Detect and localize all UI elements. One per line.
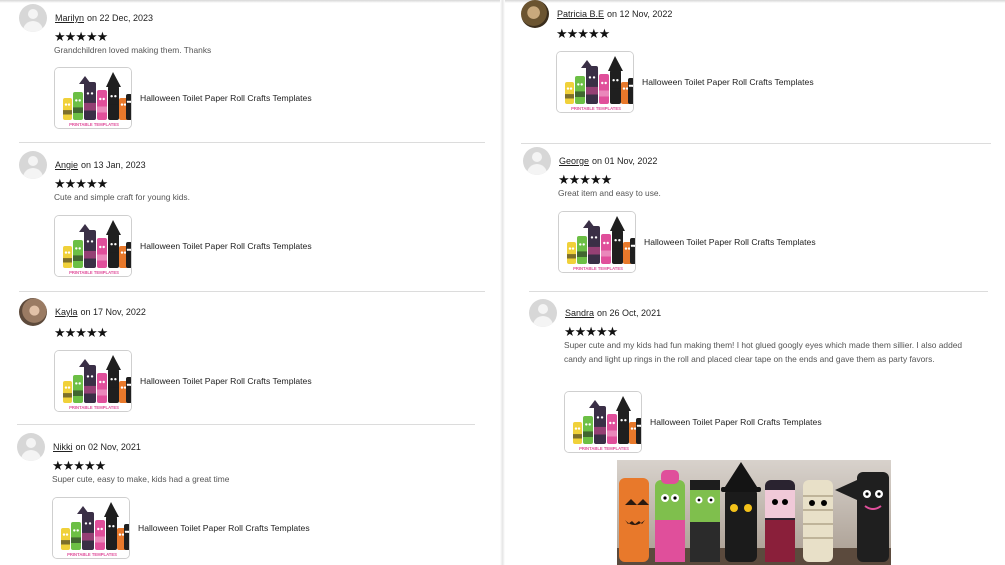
thumbnail-caption: PRINTABLE TEMPLATES xyxy=(69,405,119,410)
star-rating: ★★★★★ xyxy=(52,458,106,473)
review-text: Super cute and my kids had fun making th… xyxy=(564,340,963,364)
review-angie: Angie on 13 Jan, 2023 ★★★★★ Cute and sim… xyxy=(19,151,489,281)
purchased-item[interactable]: PRINTABLE TEMPLATES Halloween Toilet Pap… xyxy=(52,497,310,559)
review-text: Cute and simple craft for young kids. xyxy=(54,192,190,202)
review-divider xyxy=(19,291,485,292)
item-title[interactable]: Halloween Toilet Paper Roll Crafts Templ… xyxy=(650,417,822,427)
purchased-item[interactable]: PRINTABLE TEMPLATES Halloween Toilet Pap… xyxy=(556,51,814,113)
purchased-item[interactable]: PRINTABLE TEMPLATES Halloween Toilet Pap… xyxy=(54,67,312,129)
thumbnail-caption: PRINTABLE TEMPLATES xyxy=(579,446,629,451)
reviewer-name[interactable]: Patricia B.E xyxy=(557,9,604,19)
reviewer-name[interactable]: Nikki xyxy=(53,442,73,452)
review-patricia: Patricia B.E on 12 Nov, 2022 ★★★★★ PRINT… xyxy=(521,0,991,120)
star-rating: ★★★★★ xyxy=(54,29,108,44)
review-divider xyxy=(521,143,991,144)
item-title[interactable]: Halloween Toilet Paper Roll Crafts Templ… xyxy=(140,241,312,251)
purchased-item[interactable]: PRINTABLE TEMPLATES Halloween Toilet Pap… xyxy=(558,211,816,273)
review-marilyn: Marilyn on 22 Dec, 2023 ★★★★★ Grandchild… xyxy=(19,4,489,134)
reviewer-name[interactable]: Angie xyxy=(55,160,78,170)
column-divider xyxy=(500,0,505,565)
review-george: George on 01 Nov, 2022 ★★★★★ Great item … xyxy=(523,147,993,277)
default-avatar-icon[interactable] xyxy=(17,433,45,461)
item-title[interactable]: Halloween Toilet Paper Roll Crafts Templ… xyxy=(140,376,312,386)
thumbnail-caption: PRINTABLE TEMPLATES xyxy=(573,266,623,271)
reviewer-name[interactable]: George xyxy=(559,156,589,166)
item-thumbnail[interactable]: PRINTABLE TEMPLATES xyxy=(556,51,634,113)
review-text: Grandchildren loved making them. Thanks xyxy=(54,45,212,55)
item-title[interactable]: Halloween Toilet Paper Roll Crafts Templ… xyxy=(644,237,816,247)
default-avatar-icon[interactable] xyxy=(529,299,557,327)
reviewer-name[interactable]: Marilyn xyxy=(55,13,84,23)
item-thumbnail[interactable]: PRINTABLE TEMPLATES xyxy=(54,215,132,277)
item-thumbnail[interactable]: PRINTABLE TEMPLATES xyxy=(564,391,642,453)
review-date: on 26 Oct, 2021 xyxy=(597,308,662,318)
item-thumbnail[interactable]: PRINTABLE TEMPLATES xyxy=(558,211,636,273)
item-thumbnail[interactable]: PRINTABLE TEMPLATES xyxy=(52,497,130,559)
star-rating: ★★★★★ xyxy=(54,325,108,340)
purchased-item[interactable]: PRINTABLE TEMPLATES Halloween Toilet Pap… xyxy=(54,350,312,412)
review-date: on 12 Nov, 2022 xyxy=(607,9,673,19)
reviewer-avatar[interactable] xyxy=(19,298,47,326)
star-rating: ★★★★★ xyxy=(558,172,612,187)
thumbnail-caption: PRINTABLE TEMPLATES xyxy=(69,270,119,275)
purchased-item[interactable]: PRINTABLE TEMPLATES Halloween Toilet Pap… xyxy=(54,215,312,277)
item-title[interactable]: Halloween Toilet Paper Roll Crafts Templ… xyxy=(642,77,814,87)
review-divider xyxy=(17,424,475,425)
reviewer-avatar[interactable] xyxy=(521,0,549,28)
thumbnail-caption: PRINTABLE TEMPLATES xyxy=(69,122,119,127)
review-date: on 01 Nov, 2022 xyxy=(592,156,658,166)
thumbnail-caption: PRINTABLE TEMPLATES xyxy=(67,552,117,557)
review-sandra: Sandra on 26 Oct, 2021 ★★★★★ Super cute … xyxy=(529,299,969,459)
star-rating: ★★★★★ xyxy=(564,324,618,339)
item-title[interactable]: Halloween Toilet Paper Roll Crafts Templ… xyxy=(138,523,310,533)
star-rating: ★★★★★ xyxy=(556,26,610,41)
star-rating: ★★★★★ xyxy=(54,176,108,191)
reviewer-name[interactable]: Kayla xyxy=(55,307,78,317)
review-photo[interactable] xyxy=(617,460,891,565)
default-avatar-icon[interactable] xyxy=(523,147,551,175)
review-divider xyxy=(529,291,988,292)
review-nikki: Nikki on 02 Nov, 2021 ★★★★★ Super cute, … xyxy=(17,433,487,563)
review-date: on 13 Jan, 2023 xyxy=(81,160,146,170)
review-text: Super cute, easy to make, kids had a gre… xyxy=(52,474,230,484)
default-avatar-icon[interactable] xyxy=(19,4,47,32)
item-thumbnail[interactable]: PRINTABLE TEMPLATES xyxy=(54,350,132,412)
default-avatar-icon[interactable] xyxy=(19,151,47,179)
review-text: Great item and easy to use. xyxy=(558,188,661,198)
thumbnail-caption: PRINTABLE TEMPLATES xyxy=(571,106,621,111)
review-divider xyxy=(19,142,485,143)
review-kayla: Kayla on 17 Nov, 2022 ★★★★★ PRINTABLE TE… xyxy=(19,298,489,418)
purchased-item[interactable]: PRINTABLE TEMPLATES Halloween Toilet Pap… xyxy=(564,391,822,453)
item-title[interactable]: Halloween Toilet Paper Roll Crafts Templ… xyxy=(140,93,312,103)
review-date: on 02 Nov, 2021 xyxy=(75,442,141,452)
review-date: on 22 Dec, 2023 xyxy=(87,13,154,23)
review-date: on 17 Nov, 2022 xyxy=(80,307,146,317)
reviewer-name[interactable]: Sandra xyxy=(565,308,594,318)
item-thumbnail[interactable]: PRINTABLE TEMPLATES xyxy=(54,67,132,129)
